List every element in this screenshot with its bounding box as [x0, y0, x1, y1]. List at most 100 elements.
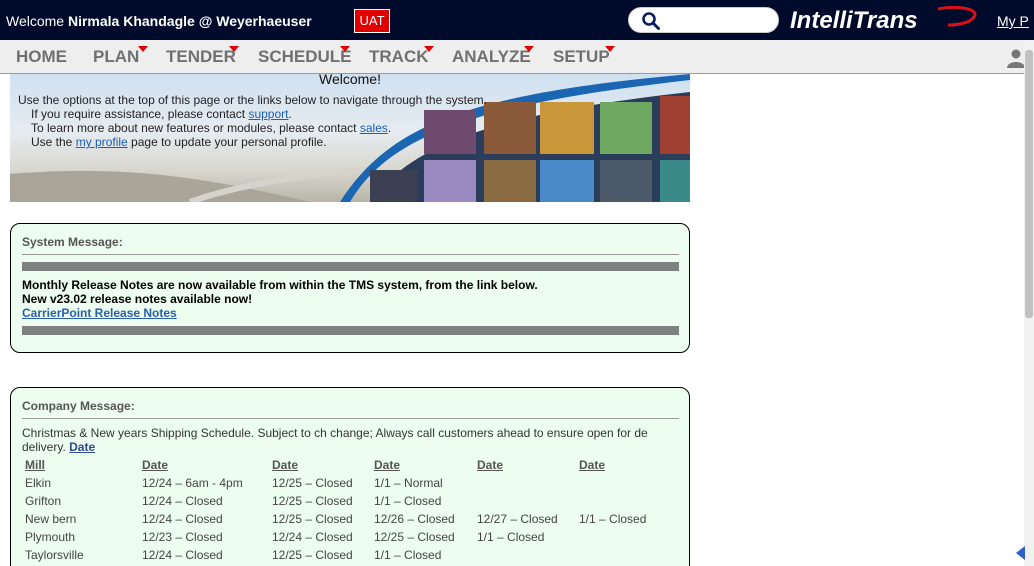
date-link[interactable]: Date [69, 440, 95, 454]
banner-line-text: To learn more about new features or modu… [31, 121, 360, 135]
my-profile-link[interactable]: My P [997, 13, 1029, 29]
banner-line-text: If you require assistance, please contac… [31, 107, 249, 121]
support-link[interactable]: support [248, 107, 288, 121]
table-cell [474, 492, 576, 510]
table-cell [576, 474, 666, 492]
banner-line-text: page to update your personal profile. [127, 135, 327, 149]
table-cell: 12/24 – Closed [142, 512, 223, 526]
table-cell: 12/27 – Closed [477, 512, 558, 526]
banner-title: Welcome! [319, 74, 381, 87]
nav-plan[interactable]: PLAN [93, 46, 148, 67]
system-message-header: System Message: [22, 235, 123, 249]
nav-track-label: TRACK [369, 47, 429, 66]
table-cell: New bern [25, 512, 77, 526]
banner-line: If you require assistance, please contac… [18, 107, 487, 121]
logo-text: IntelliTrans [790, 7, 918, 34]
nav-schedule-label: SCHEDULE [258, 47, 352, 66]
table-cell: 1/1 – Closed [374, 548, 442, 562]
table-cell [576, 492, 666, 510]
table-row: Taylorsville 12/24 – Closed 12/25 – Clos… [22, 546, 666, 564]
company-message-header: Company Message: [22, 399, 135, 413]
table-cell: 12/25 – Closed [272, 476, 353, 490]
banner-line-text: . [387, 121, 392, 135]
company-message-intro: Christmas & New years Shipping Schedule.… [22, 426, 672, 454]
table-cell: 12/24 – Closed [142, 548, 223, 562]
table-cell: 12/25 – Closed [272, 512, 353, 526]
user-icon[interactable] [1006, 48, 1026, 68]
user-name: Nirmala Khandagle @ Weyerhaeuser [67, 13, 312, 29]
column-header: Date [272, 458, 299, 472]
release-notes-link[interactable]: CarrierPoint Release Notes [22, 306, 177, 320]
welcome-prefix: Welcome [6, 13, 65, 29]
nav-plan-label: PLAN [93, 47, 140, 66]
top-bar: Welcome Nirmala Khandagle @ Weyerhaeuser… [0, 0, 1034, 40]
banner-instructions: Use the options at the top of this page … [18, 93, 487, 149]
nav-setup[interactable]: SETUP [553, 46, 615, 67]
table-cell: Taylorsville [25, 548, 84, 562]
company-message-text: Christmas & New years Shipping Schedule.… [22, 426, 648, 454]
search-input[interactable] [628, 7, 779, 33]
welcome-banner: Welcome! Use the options at the top of t… [10, 74, 690, 202]
nav-schedule[interactable]: SCHEDULE [258, 46, 352, 67]
table-cell: 1/1 – Closed [374, 494, 442, 508]
table-row: Grifton 12/24 – Closed 12/25 – Closed 1/… [22, 492, 666, 510]
banner-line: Use the my profile page to update your p… [18, 135, 487, 149]
dropdown-caret-icon [524, 46, 534, 52]
system-message-body: Monthly Release Notes are now available … [22, 278, 538, 320]
table-cell: 12/25 – Closed [272, 494, 353, 508]
table-row: New bern 12/24 – Closed 12/25 – Closed 1… [22, 510, 666, 528]
dropdown-caret-icon [229, 46, 239, 52]
intellitrans-logo: IntelliTrans [790, 5, 977, 34]
system-message-line: Monthly Release Notes are now available … [22, 278, 538, 292]
table-cell: 12/25 – Closed [374, 530, 455, 544]
column-header: Date [374, 458, 401, 472]
column-header: Date [142, 458, 169, 472]
dropdown-caret-icon [138, 46, 148, 52]
main-nav: HOME PLAN TENDER SCHEDULE TRACK ANALYZE … [0, 40, 1034, 74]
table-cell [576, 546, 666, 564]
divider-bar [22, 326, 679, 335]
table-cell: 1/1 – Normal [374, 476, 443, 490]
table-cell [576, 528, 666, 546]
nav-home[interactable]: HOME [16, 47, 67, 67]
column-header: Date [477, 458, 504, 472]
shipping-schedule-table: Mill Date Date Date Date Date Elkin 12/2… [22, 456, 666, 564]
dropdown-caret-icon [424, 46, 434, 52]
banner-line-text: . [288, 107, 292, 121]
nav-analyze[interactable]: ANALYZE [452, 46, 534, 67]
company-message-panel: Company Message: Christmas & New years S… [10, 387, 690, 566]
welcome-text: Welcome Nirmala Khandagle @ Weyerhaeuser [6, 13, 312, 29]
banner-line: To learn more about new features or modu… [18, 121, 487, 135]
table-cell: 1/1 – Closed [477, 530, 545, 544]
nav-tender[interactable]: TENDER [166, 46, 239, 67]
my-profile-page-link[interactable]: my profile [76, 135, 128, 149]
divider-bar [22, 262, 679, 271]
sales-link[interactable]: sales [360, 121, 388, 135]
table-cell [474, 546, 576, 564]
banner-line: Use the options at the top of this page … [18, 93, 487, 107]
table-cell: 12/24 – 6am - 4pm [142, 476, 243, 490]
scrollbar-thumb[interactable] [1025, 50, 1033, 318]
system-message-line: New v23.02 release notes available now! [22, 292, 253, 306]
table-cell: 1/1 – Closed [579, 512, 647, 526]
nav-tender-label: TENDER [166, 47, 236, 66]
banner-line-text: Use the [31, 135, 76, 149]
environment-badge: UAT [354, 9, 390, 33]
table-cell [474, 474, 576, 492]
column-header: Mill [25, 458, 45, 472]
nav-home-label: HOME [16, 47, 67, 66]
divider [22, 254, 679, 255]
search-icon[interactable] [641, 11, 661, 31]
dropdown-caret-icon [605, 46, 615, 52]
dropdown-caret-icon [340, 46, 350, 52]
nav-setup-label: SETUP [553, 47, 610, 66]
table-cell: 12/26 – Closed [374, 512, 455, 526]
scroll-arrow-icon[interactable] [1016, 546, 1025, 560]
table-cell: 12/24 – Closed [142, 494, 223, 508]
table-cell: 12/25 – Closed [272, 548, 353, 562]
table-cell: 12/23 – Closed [142, 530, 223, 544]
table-header-row: Mill Date Date Date Date Date [22, 456, 666, 474]
table-row: Elkin 12/24 – 6am - 4pm 12/25 – Closed 1… [22, 474, 666, 492]
table-cell: Grifton [25, 494, 62, 508]
nav-track[interactable]: TRACK [369, 46, 434, 67]
